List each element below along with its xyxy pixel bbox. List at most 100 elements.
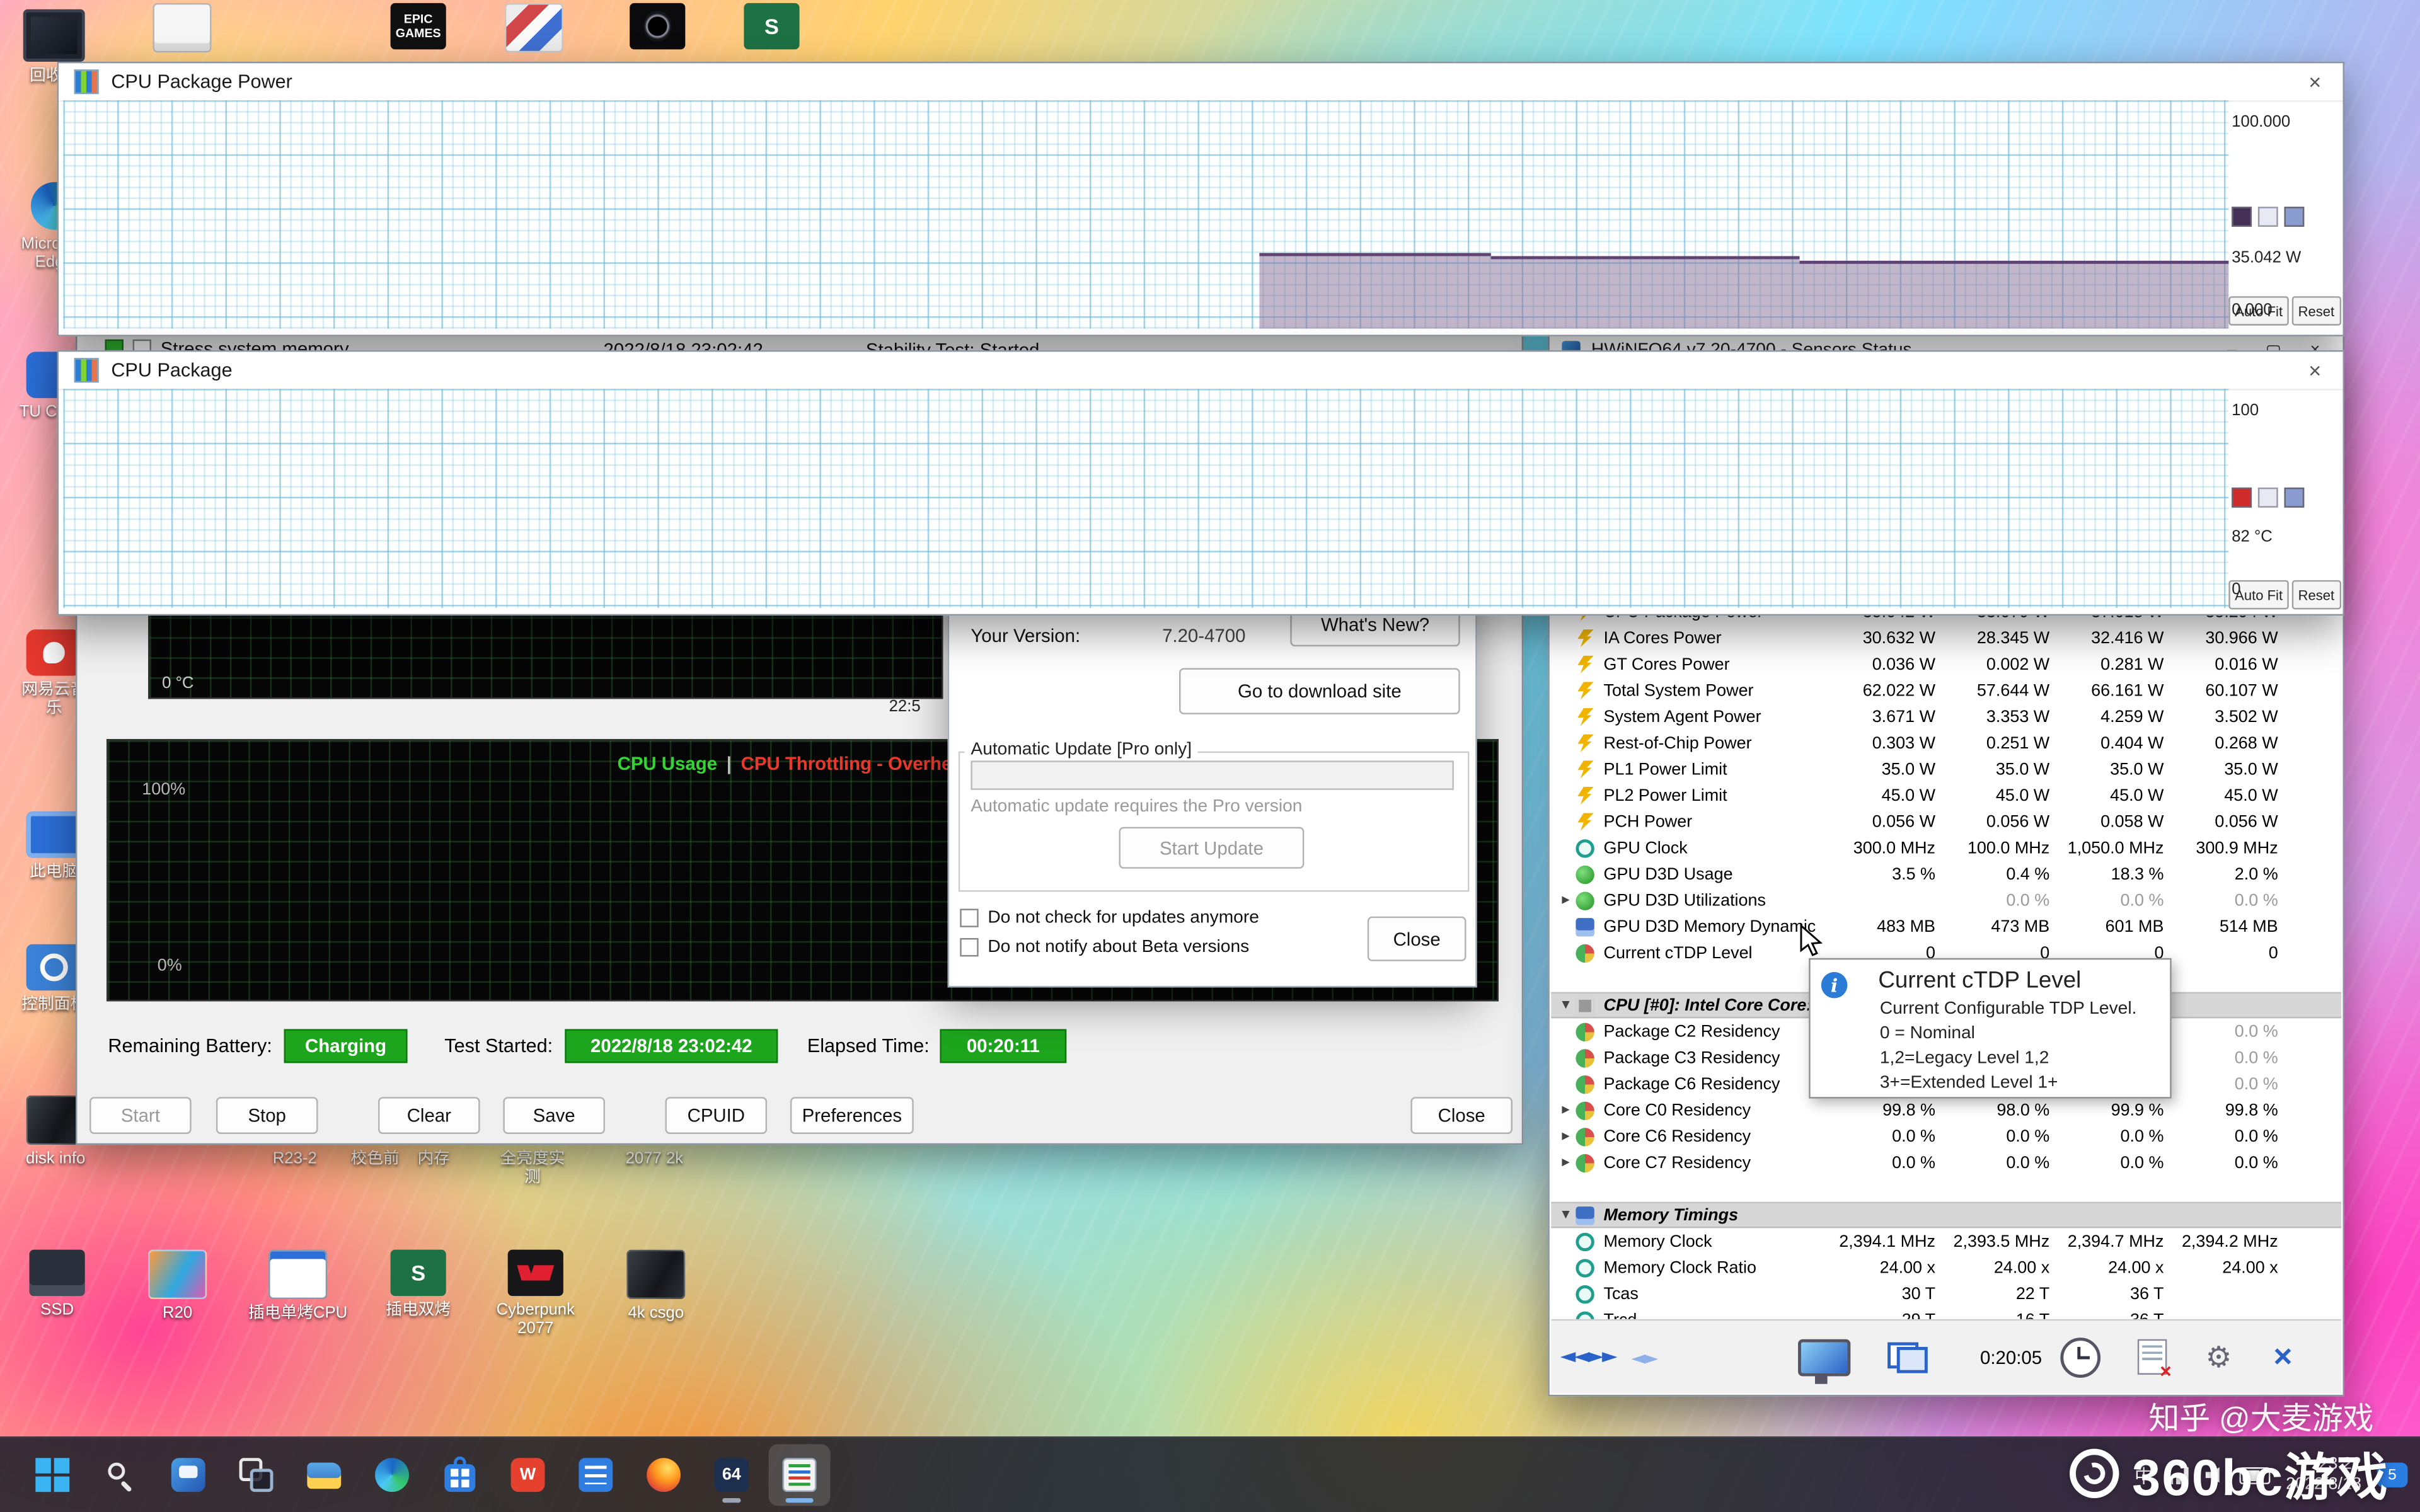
desktop-shortcut[interactable]: Cyberpunk 2077 [481,1250,589,1338]
sensor-row[interactable]: PL2 Power Limit 45.0 W 45.0 W 45.0 W 45.… [1551,782,2341,809]
close-icon[interactable]: × [2302,69,2327,94]
sensor-row[interactable]: GT Cores Power 0.036 W 0.002 W 0.281 W 0… [1551,651,2341,677]
expand-chevron-icon[interactable] [1556,1206,1576,1223]
sensor-min-value: 3.353 W [1917,707,2050,726]
desktop-shortcut[interactable]: EPIC GAMES [383,3,454,54]
no-update-check-row[interactable]: Do not check for updates anymore [960,908,1259,927]
no-update-checkbox[interactable] [960,908,978,927]
sensor-row[interactable]: Rest-of-Chip Power 0.303 W 0.251 W 0.404… [1551,730,2341,756]
sensor-row[interactable]: PL1 Power Limit 35.0 W 35.0 W 35.0 W 35.… [1551,756,2341,782]
sensor-label: PCH Power [1603,812,1692,830]
sensor-current-value: 0.303 W [1802,733,1935,752]
sensor-row[interactable]: Memory Clock 2,394.1 MHz 2,393.5 MHz 2,3… [1551,1228,2341,1254]
sensor-row[interactable]: GPU Clock 300.0 MHz 100.0 MHz 1,050.0 MH… [1551,835,2341,861]
desktop-shortcut[interactable] [498,3,570,57]
desktop-shortcut[interactable]: 4k csgo [602,1250,710,1322]
sensor-max-value: 35.0 W [2031,760,2164,778]
sensor-row[interactable]: Total System Power 62.022 W 57.644 W 66.… [1551,677,2341,704]
sensor-min-value: 28.345 W [1917,629,2050,647]
clear-button[interactable]: Clear [378,1097,480,1134]
save-button[interactable]: Save [503,1097,605,1134]
taskbar-app-button[interactable] [565,1444,626,1506]
expand-chevron-icon[interactable] [1556,1128,1576,1145]
taskbar-app-button[interactable] [158,1444,219,1506]
series-color-swatch[interactable] [2284,207,2304,227]
sensor-row[interactable]: GPU D3D Memory Dynamic 483 MB 473 MB 601… [1551,914,2341,940]
preferences-button[interactable]: Preferences [790,1097,914,1134]
expand-chevron-icon[interactable] [1556,997,1576,1014]
taskbar-app-button[interactable] [361,1444,423,1506]
taskbar-app-button[interactable] [21,1444,83,1506]
taskbar-app-button[interactable] [293,1444,355,1506]
sensor-row[interactable]: GPU D3D Usage 3.5 % 0.4 % 18.3 % 2.0 % [1551,861,2341,888]
window-titlebar[interactable]: CPU Package Power × [59,63,2342,101]
series-color-swatch[interactable] [2258,488,2278,508]
sensor-row[interactable]: Tcas 30 T 22 T 36 T [1551,1281,2341,1307]
sensor-row[interactable]: GPU D3D Utilizations 0.0 % 0.0 % 0.0 % [1551,887,2341,914]
sensor-avg-value: 45.0 W [2145,786,2278,805]
monitor-button[interactable] [1798,1320,1850,1393]
desktop-shortcut[interactable]: R20 [124,1250,231,1322]
desktop-shortcut[interactable] [622,3,693,54]
sensor-row[interactable]: Memory Timings [1551,1202,2341,1228]
no-beta-check-row[interactable]: Do not notify about Beta versions [960,938,1249,956]
desktop-shortcut-icon [508,1250,563,1296]
expand-chevron-icon[interactable] [1556,1102,1576,1119]
taskbar-app-button[interactable] [89,1444,151,1506]
close-button[interactable]: Close [1410,1097,1512,1134]
sensor-row[interactable] [1551,1176,2341,1202]
sensor-row[interactable]: IA Cores Power 30.632 W 28.345 W 32.416 … [1551,625,2341,651]
window-title: CPU Package [111,360,2290,381]
desktop-shortcut-label: 插电双烤 [386,1300,451,1319]
sensor-row[interactable]: System Agent Power 3.671 W 3.353 W 4.259… [1551,704,2341,730]
sensor-avg-value: 0.0 % [2145,891,2278,909]
reset-button[interactable]: Reset [2292,296,2341,326]
taskbar-app-button[interactable] [429,1444,491,1506]
report-button[interactable] [2138,1320,2167,1393]
sensor-type-icon [1576,707,1594,726]
download-site-button[interactable]: Go to download site [1179,668,1460,714]
sensor-label: Memory Timings [1603,1206,1738,1224]
stop-button[interactable]: Stop [216,1097,318,1134]
sensor-type-icon [1576,1285,1594,1303]
series-color-swatch[interactable] [2258,207,2278,227]
reset-button[interactable]: Reset [2292,580,2341,610]
sensor-row[interactable]: Core C6 Residency 0.0 % 0.0 % 0.0 % 0.0 … [1551,1123,2341,1150]
desktop-shortcut[interactable]: S [736,3,807,54]
taskbar-app-icon [171,1458,205,1492]
collapse-arrows-button[interactable]: ◄► [1632,1320,1657,1393]
taskbar-app-button[interactable] [633,1444,694,1506]
cpuid-button[interactable]: CPUID [666,1097,768,1134]
close-icon[interactable]: × [2302,358,2327,382]
sensor-row[interactable]: Core C0 Residency 99.8 % 98.0 % 99.9 % 9… [1551,1097,2341,1123]
taskbar-app-button[interactable] [769,1444,831,1506]
sensor-type-icon [1576,1179,1594,1198]
taskbar-app-button[interactable]: W [497,1444,559,1506]
sensor-row[interactable]: Core C7 Residency 0.0 % 0.0 % 0.0 % 0.0 … [1551,1149,2341,1176]
series-color-swatch[interactable] [2284,488,2304,508]
battery-status-badge: Charging [284,1029,408,1063]
sensor-row[interactable]: PCH Power 0.056 W 0.056 W 0.058 W 0.056 … [1551,808,2341,835]
window-titlebar[interactable]: CPU Package × [59,352,2342,390]
start-update-button[interactable]: Start Update [1119,827,1305,869]
series-color-swatch[interactable] [2232,207,2252,227]
layout-button[interactable] [1887,1320,1928,1393]
toolbar-close-button[interactable]: × [2273,1320,2292,1393]
taskbar-app-button[interactable] [226,1444,287,1506]
series-color-swatch[interactable] [2232,488,2252,508]
dialog-close-button[interactable]: Close [1368,917,1466,961]
desktop-shortcut[interactable] [147,3,218,57]
no-beta-checkbox[interactable] [960,938,978,956]
settings-button[interactable]: ⚙ [2206,1320,2232,1393]
desktop-shortcut[interactable]: 插电单烤CPU [244,1250,352,1322]
taskbar-app-button[interactable]: 64 [701,1444,763,1506]
clock-button[interactable] [2060,1320,2100,1393]
expand-chevron-icon[interactable] [1556,1154,1576,1171]
desktop-shortcut[interactable]: SSD [3,1250,111,1319]
start-button[interactable]: Start [89,1097,192,1134]
nav-arrows-button[interactable]: ◄◄►► [1560,1320,1616,1393]
sensor-row[interactable]: Memory Clock Ratio 24.00 x 24.00 x 24.00… [1551,1254,2341,1281]
desktop-shortcut[interactable]: S 插电双烤 [364,1250,472,1319]
expand-chevron-icon[interactable] [1556,892,1576,909]
sensor-max-value: 0.0 % [2031,1127,2164,1145]
